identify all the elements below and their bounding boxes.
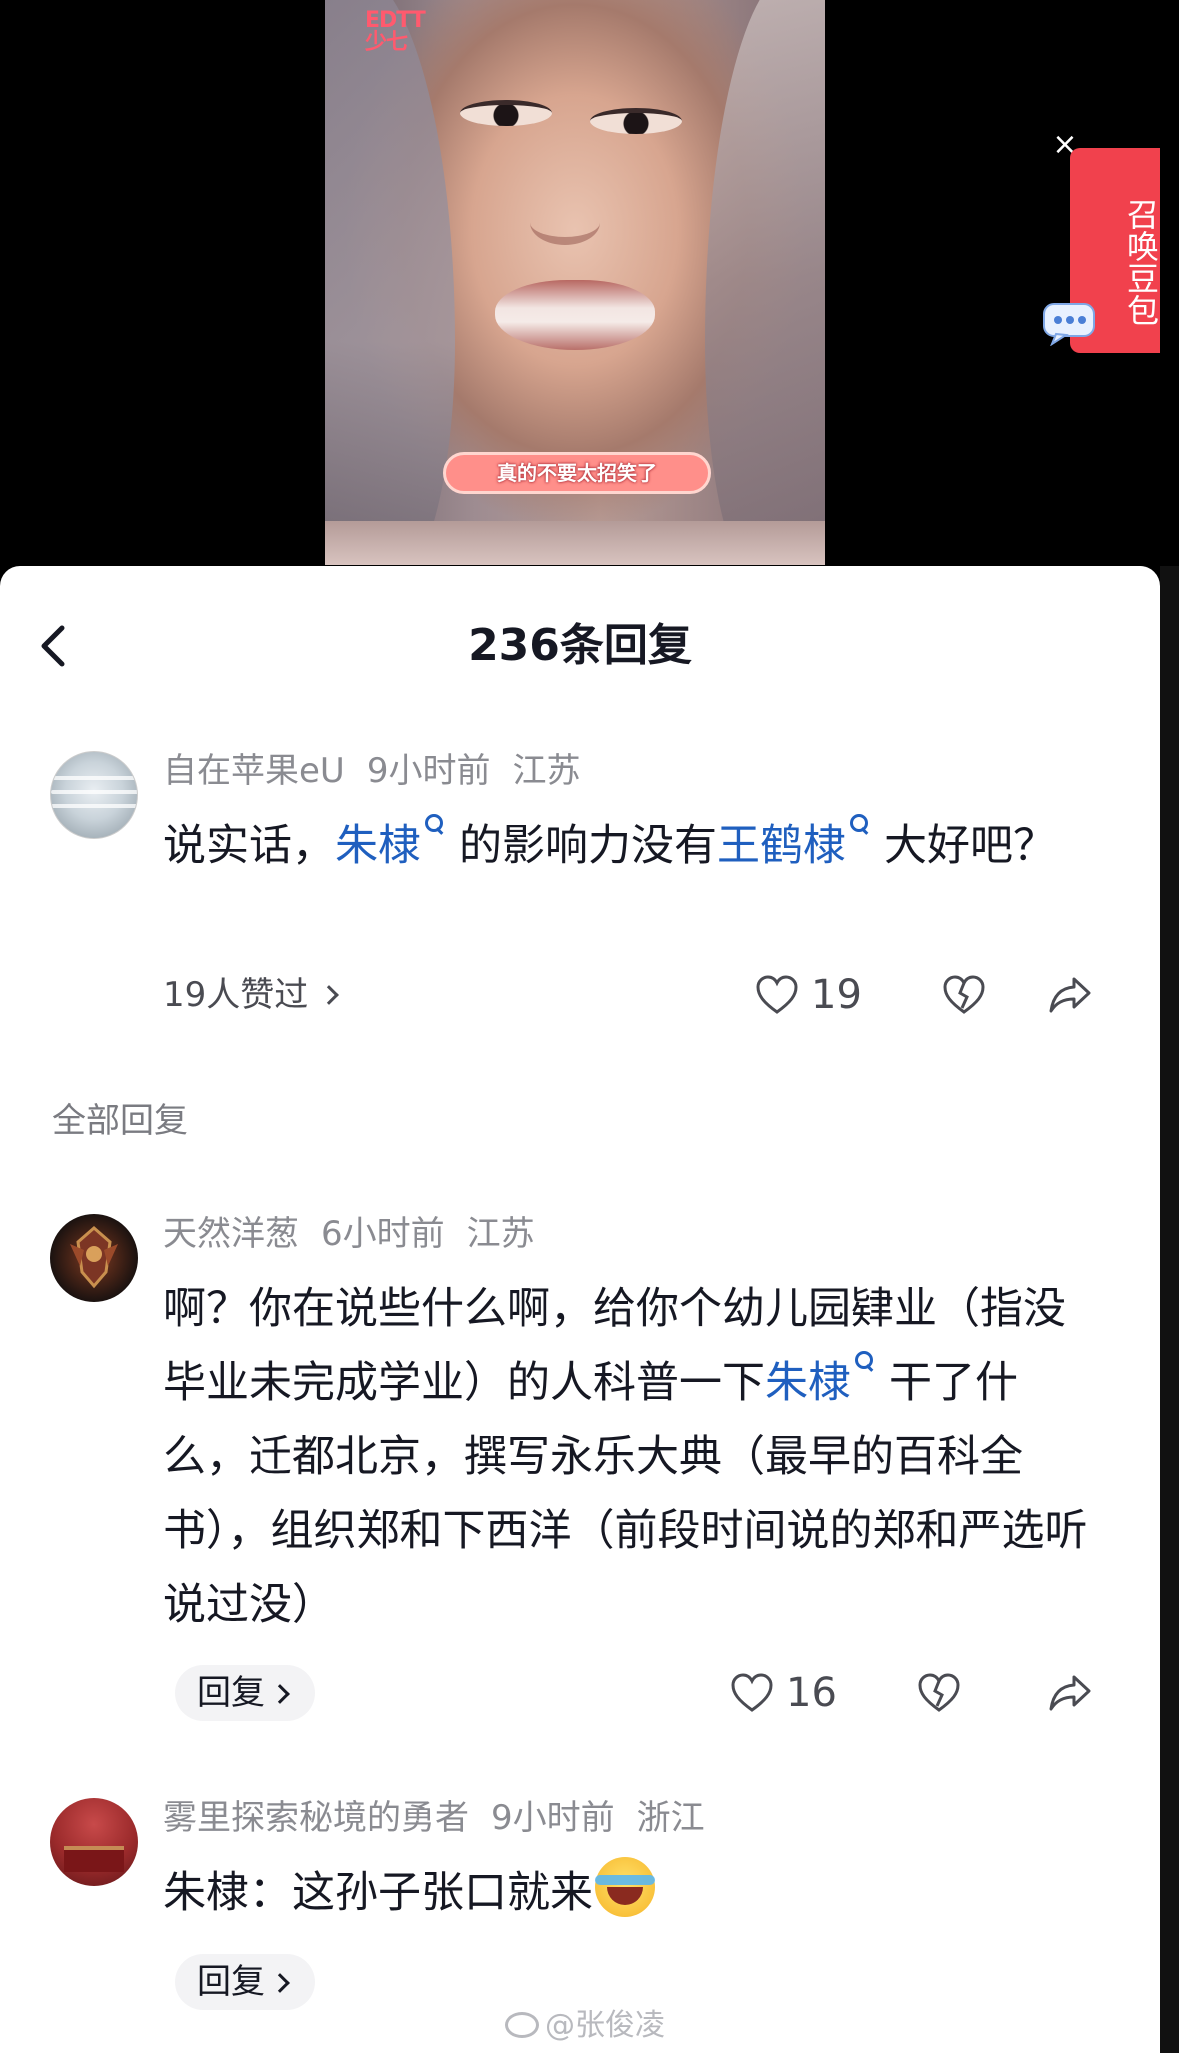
- comment-actions: 19: [0, 967, 1160, 1023]
- dislike-heart-icon: [943, 975, 985, 1014]
- search-link-wanghedi[interactable]: 王鹤棣: [717, 821, 846, 871]
- reply-content: 朱棣：这孙子张口就来: [163, 1856, 1093, 1930]
- all-replies-label: 全部回复: [52, 1101, 188, 1141]
- share-icon: [1049, 977, 1091, 1013]
- like-count: 19: [811, 972, 862, 1018]
- video-frame-bottom: [325, 521, 825, 565]
- avatar-emblem: [70, 1226, 118, 1289]
- heart-icon: [731, 1673, 773, 1712]
- reply-author[interactable]: 雾里探索秘境的勇者: [163, 1798, 469, 1838]
- comment-meta: 自在苹果eU 9小时前 江苏: [163, 749, 580, 793]
- video-mouth: [495, 280, 655, 350]
- reply-button[interactable]: 回复: [175, 1954, 315, 2010]
- heart-icon: [756, 975, 798, 1014]
- avatar[interactable]: [50, 1214, 138, 1302]
- reply-meta: 天然洋葱 6小时前 江苏: [163, 1212, 535, 1256]
- video-logo: EDTT 少七: [365, 8, 426, 55]
- chat-bubble-icon: [1043, 303, 1095, 346]
- reply-location: 江苏: [466, 1214, 535, 1254]
- search-link-zhudi[interactable]: 朱棣: [335, 821, 421, 871]
- video-frame[interactable]: EDTT 少七 真的不要太招笑了: [325, 0, 825, 565]
- reply-meta: 雾里探索秘境的勇者 9小时前 浙江: [163, 1796, 705, 1840]
- reply-button-label: 回复: [197, 1962, 265, 2002]
- search-link-zhudi[interactable]: 朱棣: [765, 1358, 851, 1408]
- dislike-heart-icon: [918, 1673, 960, 1712]
- comment-author[interactable]: 自在苹果eU: [163, 751, 345, 791]
- reply-actions: 16: [0, 1665, 1160, 1721]
- comment-time: 9小时前: [366, 751, 491, 791]
- avatar[interactable]: [50, 1798, 138, 1886]
- reply-time: 9小时前: [491, 1798, 615, 1838]
- search-lens-icon[interactable]: [848, 812, 870, 842]
- search-lens-icon[interactable]: [853, 1349, 875, 1379]
- video-hair-right: [705, 0, 825, 565]
- share-button[interactable]: [1048, 1665, 1092, 1721]
- comment-content: 说实话，朱棣 的影响力没有王鹤棣 大好吧？: [163, 809, 1093, 883]
- avatar[interactable]: [50, 751, 138, 839]
- reply-author[interactable]: 天然洋葱: [163, 1214, 299, 1254]
- dislike-button[interactable]: [917, 1665, 961, 1721]
- screen-edge: [1160, 566, 1179, 2053]
- reply-content: 啊？你在说些什么啊，给你个幼儿园肄业（指没毕业未完成学业）的人科普一下朱棣 干了什…: [163, 1272, 1093, 1642]
- video-eye-left: [460, 100, 552, 126]
- video-player[interactable]: EDTT 少七 真的不要太招笑了 × 召唤豆包: [0, 0, 1179, 570]
- watermark-text: @张俊凌: [545, 2008, 665, 2043]
- comment-text: 说实话，: [163, 821, 335, 871]
- comment-text: 大好吧？: [884, 821, 1056, 871]
- video-caption: 真的不要太招笑了: [443, 452, 711, 494]
- weibo-icon: [505, 2012, 539, 2038]
- like-button[interactable]: 19: [755, 967, 862, 1023]
- like-button[interactable]: 16: [730, 1665, 837, 1721]
- laugh-cry-emoji-icon: [595, 1857, 655, 1917]
- reply-sheet: 236条回复 自在苹果eU 9小时前 江苏 说实话，朱棣 的影响力没有王鹤棣 大好吧？ …: [0, 566, 1160, 2053]
- reply-time: 6小时前: [321, 1214, 445, 1254]
- video-eye-right: [590, 108, 682, 134]
- comment-location: 江苏: [512, 751, 581, 791]
- chevron-right-icon: [270, 1973, 290, 1993]
- video-nose: [530, 200, 600, 245]
- comment-text: 的影响力没有: [459, 821, 717, 871]
- search-lens-icon[interactable]: [423, 812, 445, 842]
- reply-location: 浙江: [636, 1798, 705, 1838]
- sheet-title: 236条回复: [468, 620, 692, 671]
- reply-text: 朱棣：这孙子张口就来: [163, 1868, 593, 1918]
- like-count: 16: [786, 1670, 837, 1716]
- avatar-gate: [64, 1846, 124, 1872]
- dislike-button[interactable]: [942, 967, 986, 1023]
- share-button[interactable]: [1048, 967, 1092, 1023]
- watermark: @张俊凌: [505, 2006, 665, 2046]
- video-hair-left: [325, 0, 455, 565]
- share-icon: [1049, 1675, 1091, 1711]
